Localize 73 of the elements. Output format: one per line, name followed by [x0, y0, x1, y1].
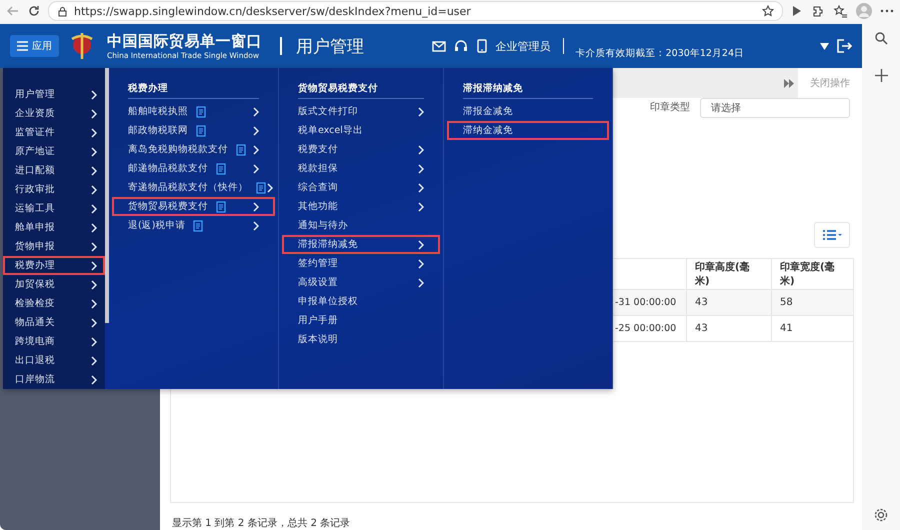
app-menu-button[interactable]: 应用: [10, 35, 59, 57]
menu-item[interactable]: 税单excel导出: [282, 121, 440, 140]
menu-category[interactable]: 跨境电商: [3, 332, 105, 351]
star-icon[interactable]: [762, 5, 774, 17]
menu-category[interactable]: 加贸保税: [3, 275, 105, 294]
url-text: https://swapp.singlewindow.cn/deskserver/sw/deskIndex?menu_id=user: [74, 4, 471, 18]
logout-icon[interactable]: [837, 39, 852, 53]
menu-category[interactable]: 口岸物流: [3, 370, 105, 389]
table-cell: 43: [686, 290, 771, 316]
caret-icon[interactable]: [820, 42, 829, 50]
menu-category[interactable]: 原产地证: [3, 142, 105, 161]
menu-item[interactable]: 申报单位授权: [282, 292, 440, 311]
menu-item[interactable]: 滞报滞纳减免: [282, 235, 440, 254]
menu-item[interactable]: 税费支付: [282, 140, 440, 159]
menu-category[interactable]: 物品通关: [3, 313, 105, 332]
menu-section-title: 税费办理: [128, 82, 259, 99]
headset-icon[interactable]: [454, 39, 468, 53]
user-role: 企业管理员: [496, 38, 551, 54]
menu-icon: [17, 41, 28, 51]
table-cell: 41: [771, 316, 853, 342]
menu-section-title: 滞报滞纳减免: [463, 82, 593, 99]
address-bar[interactable]: https://swapp.singlewindow.cn/deskserver/sw/deskIndex?menu_id=user: [48, 1, 783, 21]
menu-item[interactable]: 高级设置: [282, 273, 440, 292]
menu-item[interactable]: 邮政物税联网: [112, 121, 275, 140]
puzzle-icon[interactable]: [811, 4, 825, 18]
table-cell: 58: [771, 290, 853, 316]
table-cell: 43: [686, 316, 771, 342]
add-icon[interactable]: [874, 69, 888, 82]
menu-item[interactable]: 用户手册: [282, 311, 440, 330]
menu-category[interactable]: 运输工具: [3, 199, 105, 218]
menu-category[interactable]: 企业资质: [3, 104, 105, 123]
fast-forward-icon[interactable]: [784, 78, 794, 88]
favorites-icon[interactable]: [833, 4, 848, 18]
menu-category[interactable]: 行政审批: [3, 180, 105, 199]
menu-item[interactable]: 其他功能: [282, 197, 440, 216]
menu-item[interactable]: 版式文件打印: [282, 102, 440, 121]
select-field[interactable]: 请选择: [700, 98, 850, 118]
lock-icon: [57, 6, 68, 16]
menu-item[interactable]: 邮递物品税款支付: [112, 159, 275, 178]
reload-icon[interactable]: [28, 5, 40, 17]
mail-icon[interactable]: [432, 40, 446, 52]
menu-item[interactable]: 离岛免税购物税款支付: [112, 140, 275, 159]
settings-icon[interactable]: [874, 508, 888, 522]
menu-item[interactable]: 签约管理: [282, 254, 440, 273]
page-title: 用户管理: [296, 36, 364, 58]
menu-category[interactable]: 出口退税: [3, 351, 105, 370]
menu-item[interactable]: 滞纳金减免: [447, 121, 609, 140]
menu-item[interactable]: 船舶吨税执照: [112, 102, 275, 121]
menu-item[interactable]: 税款担保: [282, 159, 440, 178]
field-label: 印章类型: [650, 100, 690, 114]
menu-item[interactable]: 综合查询: [282, 178, 440, 197]
phone-icon[interactable]: [476, 39, 488, 53]
menu-category[interactable]: 税费办理: [3, 256, 105, 275]
menu-item[interactable]: 退(返)税申请: [112, 216, 275, 235]
menu-category[interactable]: 用户管理: [3, 85, 105, 104]
menu-section-title: 货物贸易税费支付: [298, 82, 424, 99]
search-icon[interactable]: [874, 32, 888, 45]
card-expiry: 卡介质有效期截至：2030年12月24日: [576, 47, 744, 60]
column-toggle-button[interactable]: [814, 222, 850, 248]
list-icon: [822, 229, 842, 241]
menu-category[interactable]: 监管证件: [3, 123, 105, 142]
menu-category[interactable]: 进口配额: [3, 161, 105, 180]
menu-item[interactable]: 滞报金减免: [447, 102, 609, 121]
record-count: 显示第 1 到第 2 条记录，总共 2 条记录: [171, 516, 352, 530]
play-icon[interactable]: [791, 5, 803, 17]
logo-title: 中国国际贸易单一窗口: [107, 32, 262, 51]
menu-category[interactable]: 检验检疫: [3, 294, 105, 313]
menu-item[interactable]: 货物贸易税费支付: [112, 197, 275, 216]
menu-item[interactable]: 版本说明: [282, 330, 440, 349]
menu-category[interactable]: 舱单申报: [3, 218, 105, 237]
menu-category[interactable]: 货物申报: [3, 237, 105, 256]
menu-item[interactable]: 通知与待办: [282, 216, 440, 235]
menu-item[interactable]: 寄递物品税款支付（快件）: [112, 178, 275, 197]
